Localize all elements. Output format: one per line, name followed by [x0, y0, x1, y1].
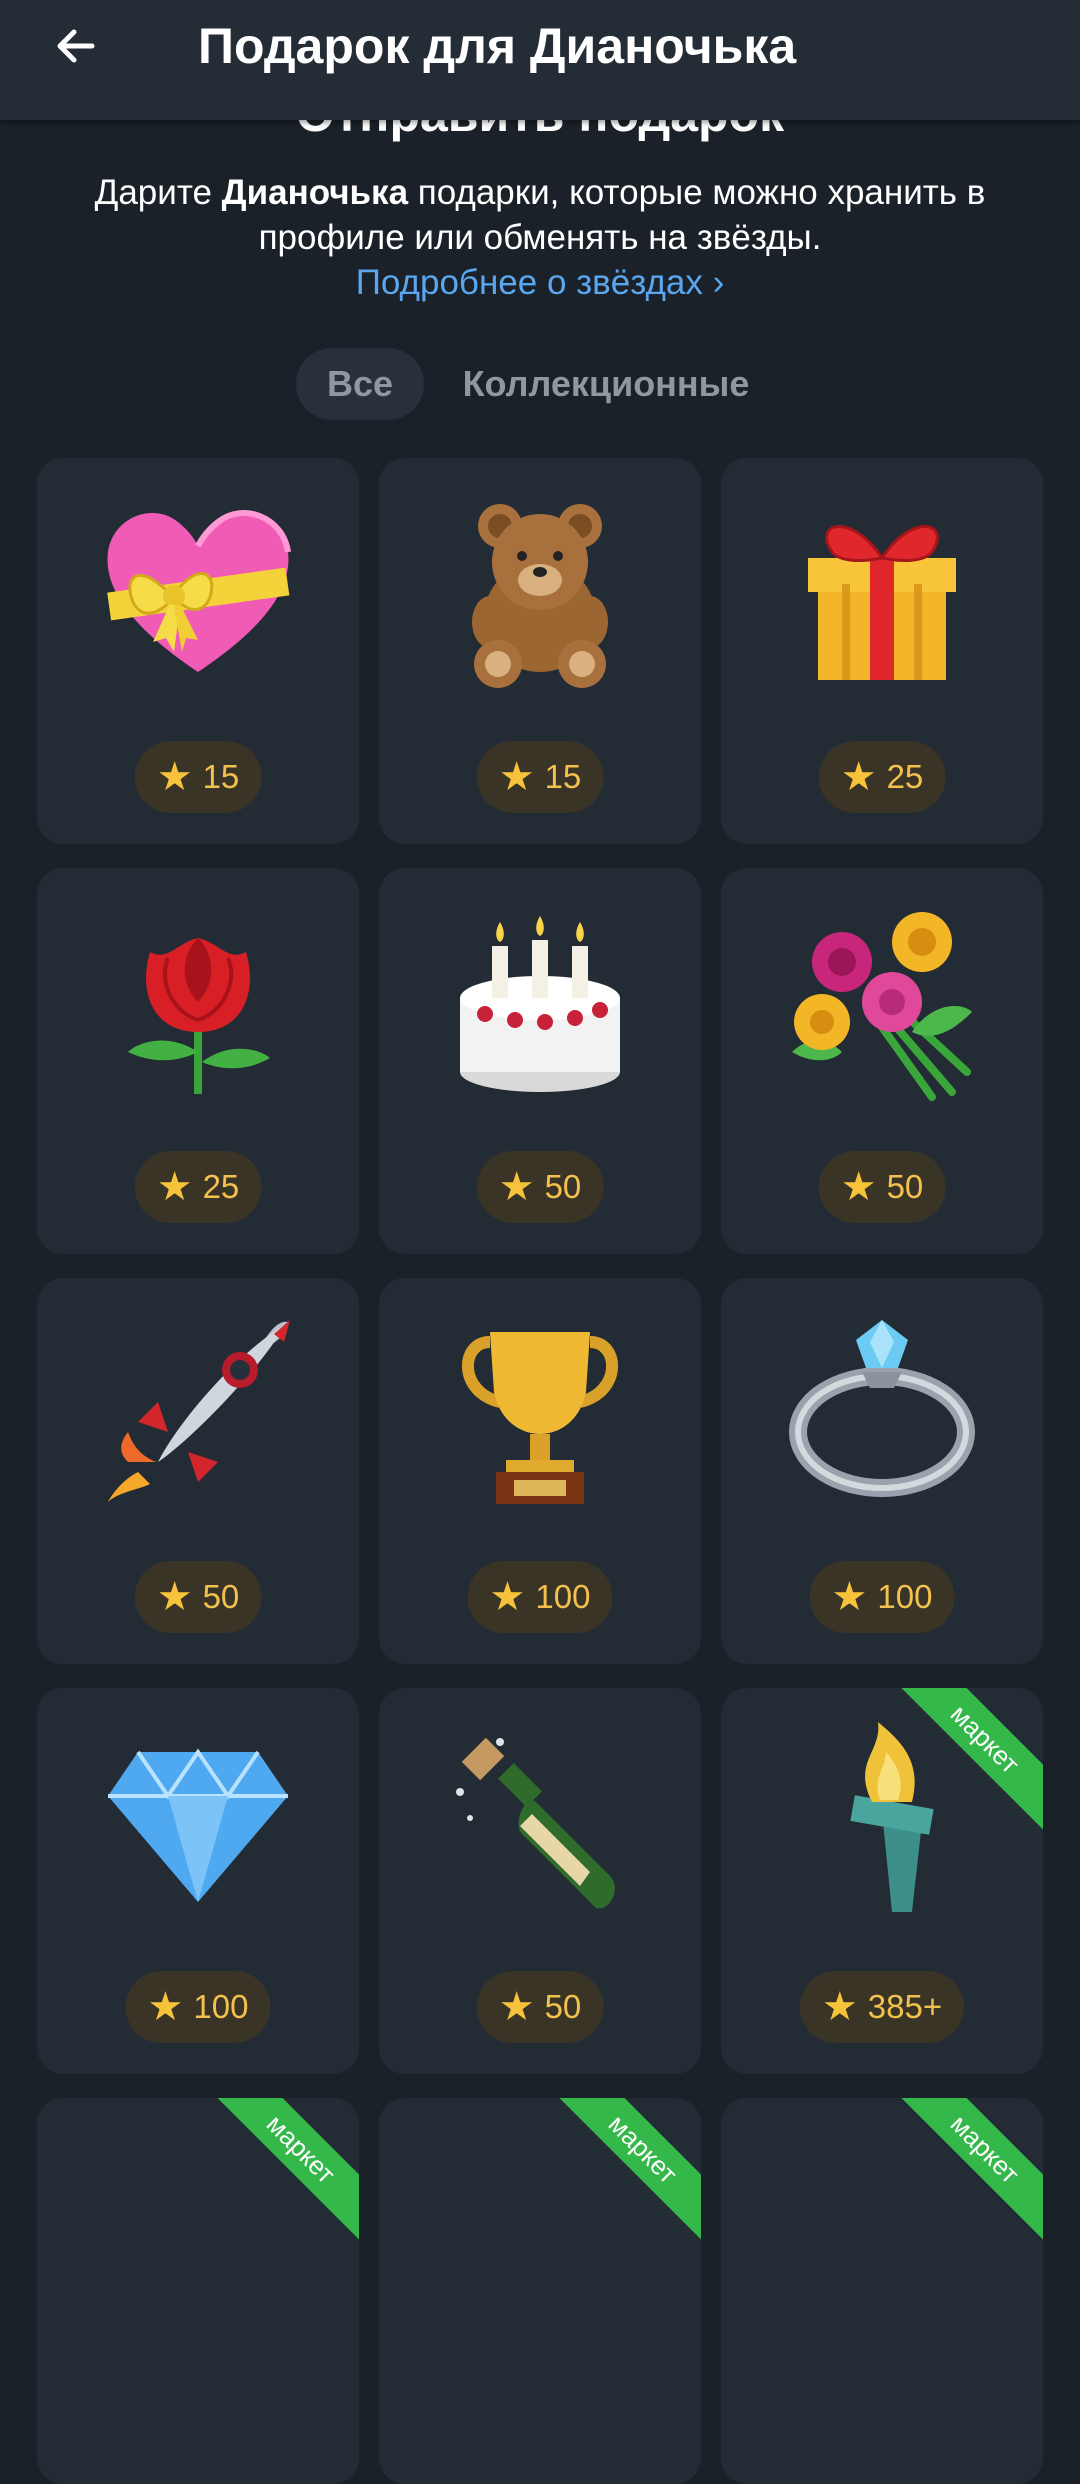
tab-collectible[interactable]: Коллекционные [446, 348, 766, 420]
gift-card-torch[interactable]: маркет ★ 385+ [721, 1688, 1043, 2074]
champagne-icon [440, 1722, 640, 1922]
gift-description: Дарите Дианочька подарки, которые можно … [90, 170, 990, 305]
gift-price: 15 [202, 758, 240, 795]
price-badge: ★ 25 [134, 1151, 262, 1223]
price-badge: ★ 25 [818, 741, 946, 813]
gift-price: 100 [193, 1988, 249, 2025]
desc-prefix: Дарите [94, 173, 222, 212]
gift-price: 50 [544, 1168, 582, 1205]
price-badge: ★ 100 [809, 1561, 955, 1633]
price-badge: ★ 100 [467, 1561, 613, 1633]
stars-info-link[interactable]: Подробнее о звёздах › [356, 263, 725, 302]
gift-card-rose[interactable]: ★ 25 [37, 868, 359, 1254]
star-icon: ★ [489, 1575, 526, 1619]
gift-price: 100 [877, 1578, 933, 1615]
gift-price: 50 [202, 1578, 240, 1615]
gift-card-partial[interactable]: маркет [37, 2098, 359, 2484]
star-icon: ★ [156, 1575, 193, 1619]
gift-price: 50 [544, 1988, 582, 2025]
gift-card-diamond[interactable]: ★ 100 [37, 1688, 359, 2074]
price-badge: ★ 50 [476, 1971, 604, 2043]
gift-card-champagne[interactable]: ★ 50 [379, 1688, 701, 2074]
gift-card-teddy-bear[interactable]: ★ 15 [379, 458, 701, 844]
gift-card-partial[interactable]: маркет [721, 2098, 1043, 2484]
price-badge: ★ 50 [134, 1561, 262, 1633]
gift-card-cake[interactable]: ★ 50 [379, 868, 701, 1254]
gift-card-partial[interactable]: маркет [379, 2098, 701, 2484]
top-app-bar: Подарок для Дианочька [0, 0, 1080, 120]
market-badge: маркет [890, 2098, 1043, 2244]
gift-card-bouquet[interactable]: ★ 50 [721, 868, 1043, 1254]
gift-filter-tabs: Все Коллекционные [0, 348, 1080, 420]
star-icon: ★ [821, 1985, 858, 2029]
tab-all[interactable]: Все [296, 348, 424, 420]
price-badge: ★ 385+ [799, 1971, 965, 2043]
diamond-icon [98, 1722, 298, 1922]
gift-price: 385+ [867, 1988, 943, 2025]
flower-bouquet-icon [782, 902, 982, 1102]
star-icon: ★ [498, 1985, 535, 2029]
star-icon: ★ [156, 1165, 193, 1209]
gift-card-gift-box[interactable]: ★ 25 [721, 458, 1043, 844]
gift-price: 25 [202, 1168, 240, 1205]
price-badge: ★ 100 [125, 1971, 271, 2043]
trophy-icon [440, 1312, 640, 1512]
heart-with-bow-icon [98, 492, 298, 692]
star-icon: ★ [147, 1985, 184, 2029]
diamond-ring-icon [782, 1312, 982, 1512]
market-badge: маркет [548, 2098, 701, 2244]
page-title: Подарок для Дианочька [198, 18, 797, 74]
gift-box-icon [782, 492, 982, 692]
gift-card-ring[interactable]: ★ 100 [721, 1278, 1043, 1664]
gift-price: 15 [544, 758, 582, 795]
rose-icon [98, 902, 298, 1102]
gift-price: 25 [886, 758, 924, 795]
gift-card-heart[interactable]: ★ 15 [37, 458, 359, 844]
birthday-cake-icon [440, 902, 640, 1102]
price-badge: ★ 15 [476, 741, 604, 813]
gift-card-rocket[interactable]: ★ 50 [37, 1278, 359, 1664]
star-icon: ★ [831, 1575, 868, 1619]
star-icon: ★ [156, 755, 193, 799]
rocket-icon [98, 1312, 298, 1512]
star-icon: ★ [840, 755, 877, 799]
price-badge: ★ 15 [134, 741, 262, 813]
gift-card-trophy[interactable]: ★ 100 [379, 1278, 701, 1664]
star-icon: ★ [498, 755, 535, 799]
star-icon: ★ [498, 1165, 535, 1209]
market-badge: маркет [206, 2098, 359, 2244]
price-badge: ★ 50 [476, 1151, 604, 1223]
gift-price: 50 [886, 1168, 924, 1205]
torch-icon [782, 1722, 982, 1922]
price-badge: ★ 50 [818, 1151, 946, 1223]
star-icon: ★ [840, 1165, 877, 1209]
teddy-bear-icon [440, 492, 640, 692]
back-arrow-icon[interactable] [44, 14, 108, 78]
gift-price: 100 [535, 1578, 591, 1615]
recipient-name: Дианочька [221, 173, 409, 212]
